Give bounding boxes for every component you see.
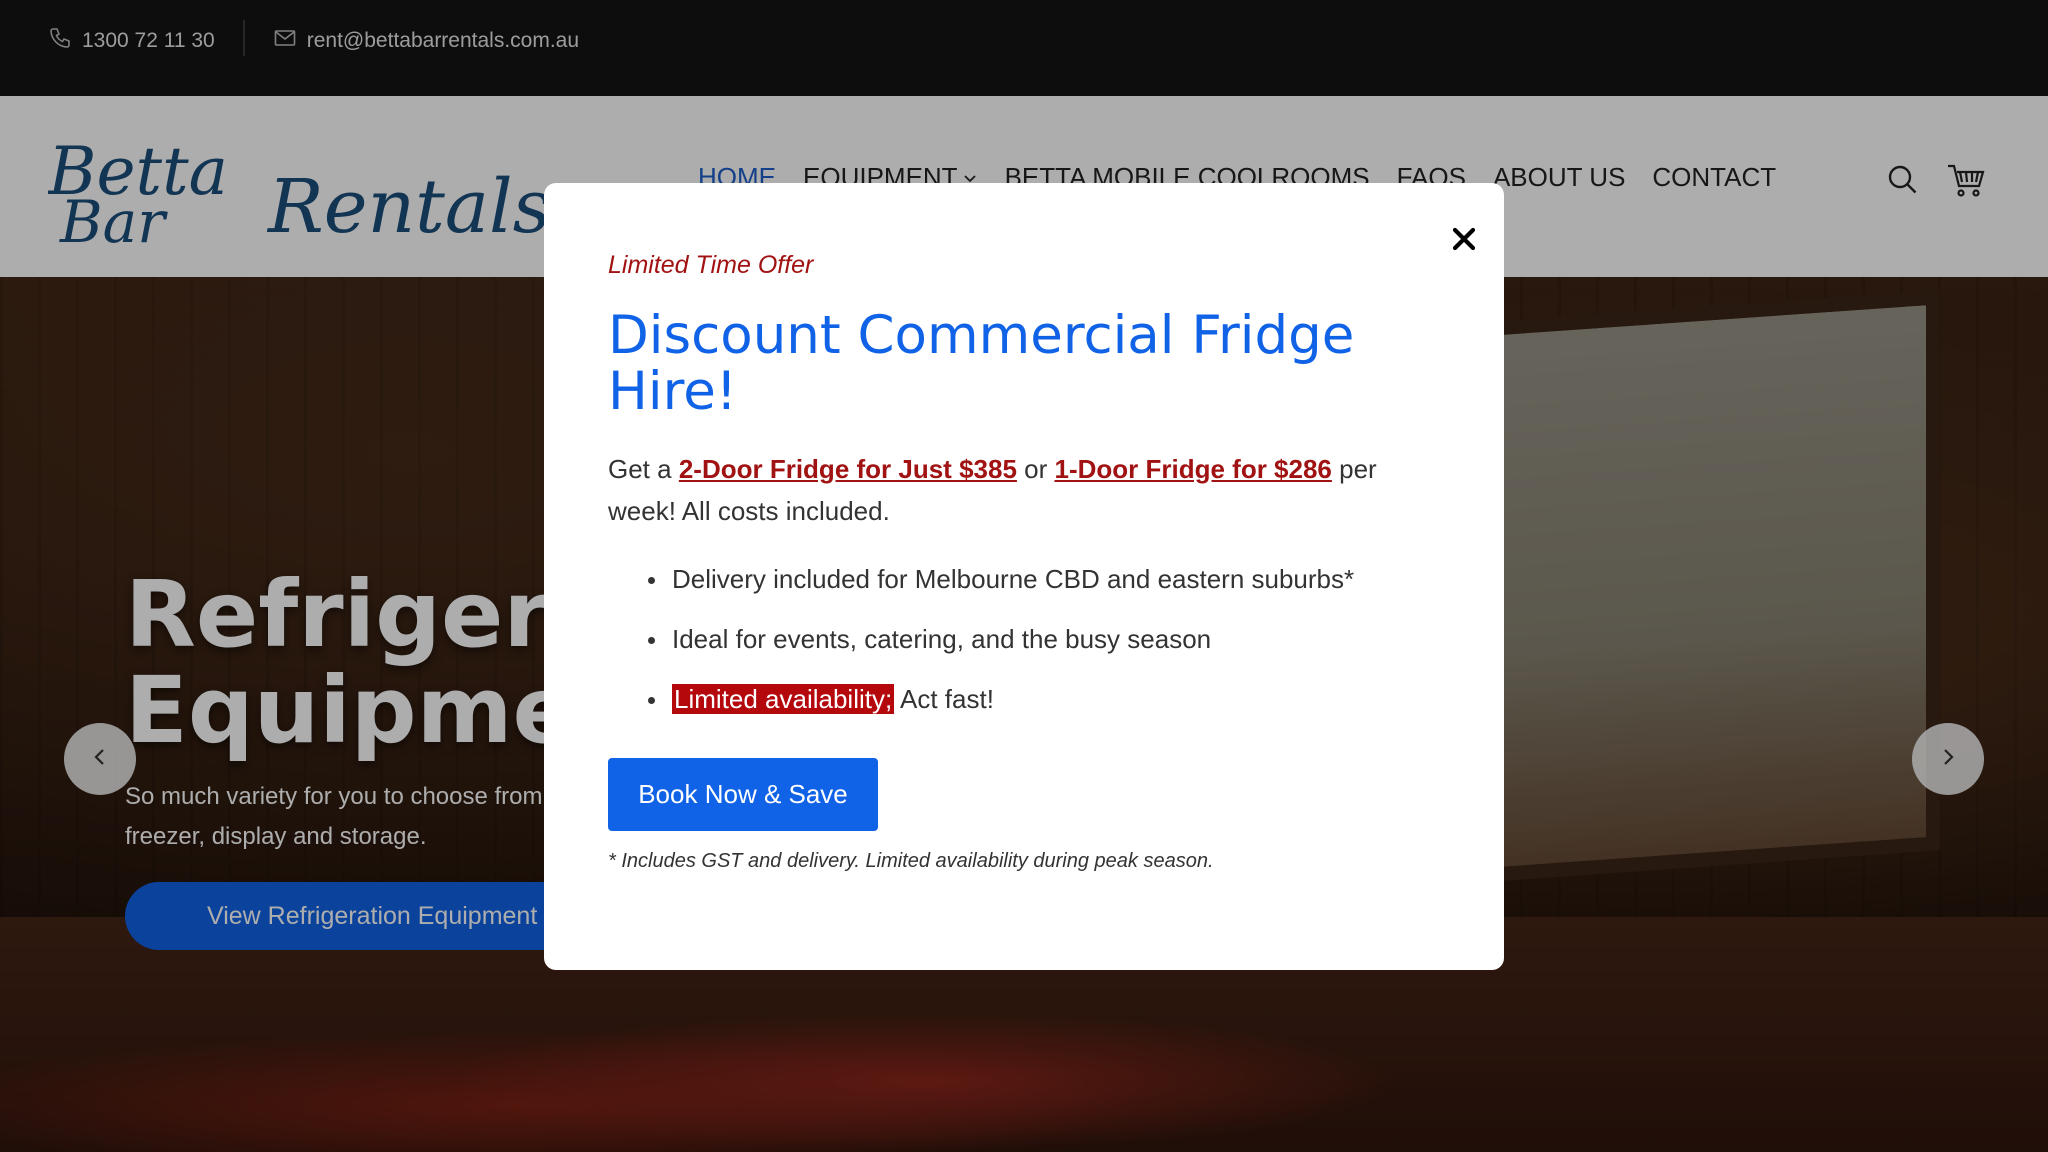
offer-prefix: Get a: [608, 454, 672, 484]
offer-mid: or: [1024, 454, 1048, 484]
limited-availability-badge: Limited availability;: [672, 684, 895, 714]
modal-title: Discount Commercial Fridge Hire!: [608, 305, 1355, 422]
book-now-label: Book Now & Save: [638, 779, 848, 809]
offer-benefits-list: Delivery included for Melbourne CBD and …: [648, 558, 1440, 720]
promo-modal: Limited Time Offer Discount Commercial F…: [544, 183, 1504, 970]
offer-footnote: * Includes GST and delivery. Limited ava…: [608, 850, 1214, 872]
book-now-button[interactable]: Book Now & Save: [608, 758, 878, 831]
list-item: Delivery included for Melbourne CBD and …: [648, 558, 1440, 600]
close-icon: [1451, 226, 1477, 257]
two-door-fridge-link[interactable]: 2-Door Fridge for Just $385: [679, 454, 1017, 484]
one-door-fridge-link[interactable]: 1-Door Fridge for $286: [1055, 454, 1332, 484]
list-item: Ideal for events, catering, and the busy…: [648, 618, 1440, 660]
act-fast-text: Act fast!: [900, 684, 994, 714]
offer-kicker: Limited Time Offer: [608, 251, 814, 279]
close-modal-button[interactable]: [1444, 221, 1484, 261]
list-item: Limited availability; Act fast!: [648, 678, 1440, 720]
offer-text: Get a 2-Door Fridge for Just $385 or 1-D…: [608, 448, 1440, 532]
